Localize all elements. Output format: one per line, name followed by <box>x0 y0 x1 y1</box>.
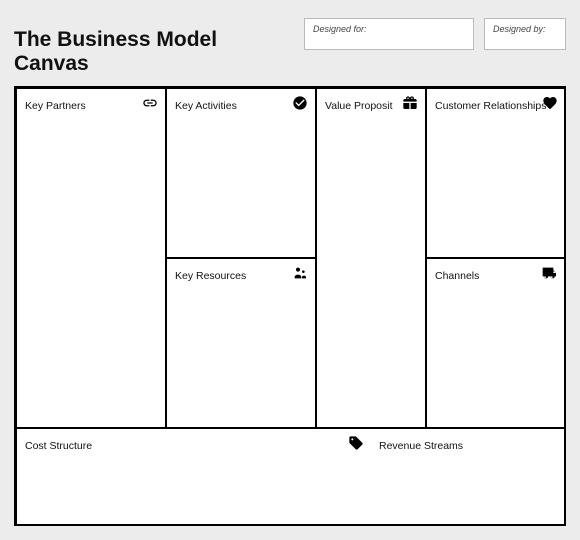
factory-icon <box>292 265 308 281</box>
canvas-grid: Key Partners Key Activities Key Resource… <box>14 86 566 526</box>
cell-label: Revenue Streams <box>379 440 463 452</box>
cell-key-resources[interactable]: Key Resources <box>166 258 316 428</box>
gift-icon <box>402 95 418 111</box>
header: The Business Model Canvas Designed for: … <box>14 18 566 76</box>
heart-icon <box>542 95 558 111</box>
check-circle-icon <box>292 95 308 111</box>
truck-icon <box>542 265 558 281</box>
cell-label: Customer Relationships <box>435 100 546 112</box>
cell-label: Value Proposit <box>325 100 393 112</box>
link-icon <box>142 95 158 111</box>
cell-label: Channels <box>435 270 479 282</box>
cell-channels[interactable]: Channels <box>426 258 566 428</box>
designed-for-box[interactable]: Designed for: <box>304 18 474 50</box>
cell-key-activities[interactable]: Key Activities <box>166 88 316 258</box>
cell-customer-relationships[interactable]: Customer Relationships <box>426 88 566 258</box>
cell-label: Key Resources <box>175 270 246 282</box>
cell-revenue-streams[interactable]: Revenue Streams <box>316 428 566 526</box>
designed-by-box[interactable]: Designed by: <box>484 18 566 50</box>
cell-key-partners[interactable]: Key Partners <box>16 88 166 428</box>
designed-for-label: Designed for: <box>313 24 367 34</box>
cell-label: Key Partners <box>25 100 86 112</box>
cell-label: Cost Structure <box>25 440 92 452</box>
business-model-canvas: The Business Model Canvas Designed for: … <box>0 0 580 540</box>
cell-value-proposition[interactable]: Value Proposit <box>316 88 426 428</box>
page-title: The Business Model Canvas <box>14 18 294 76</box>
cell-cost-structure[interactable]: Cost Structure <box>16 428 316 526</box>
cell-label: Key Activities <box>175 100 237 112</box>
designed-by-label: Designed by: <box>493 24 546 34</box>
